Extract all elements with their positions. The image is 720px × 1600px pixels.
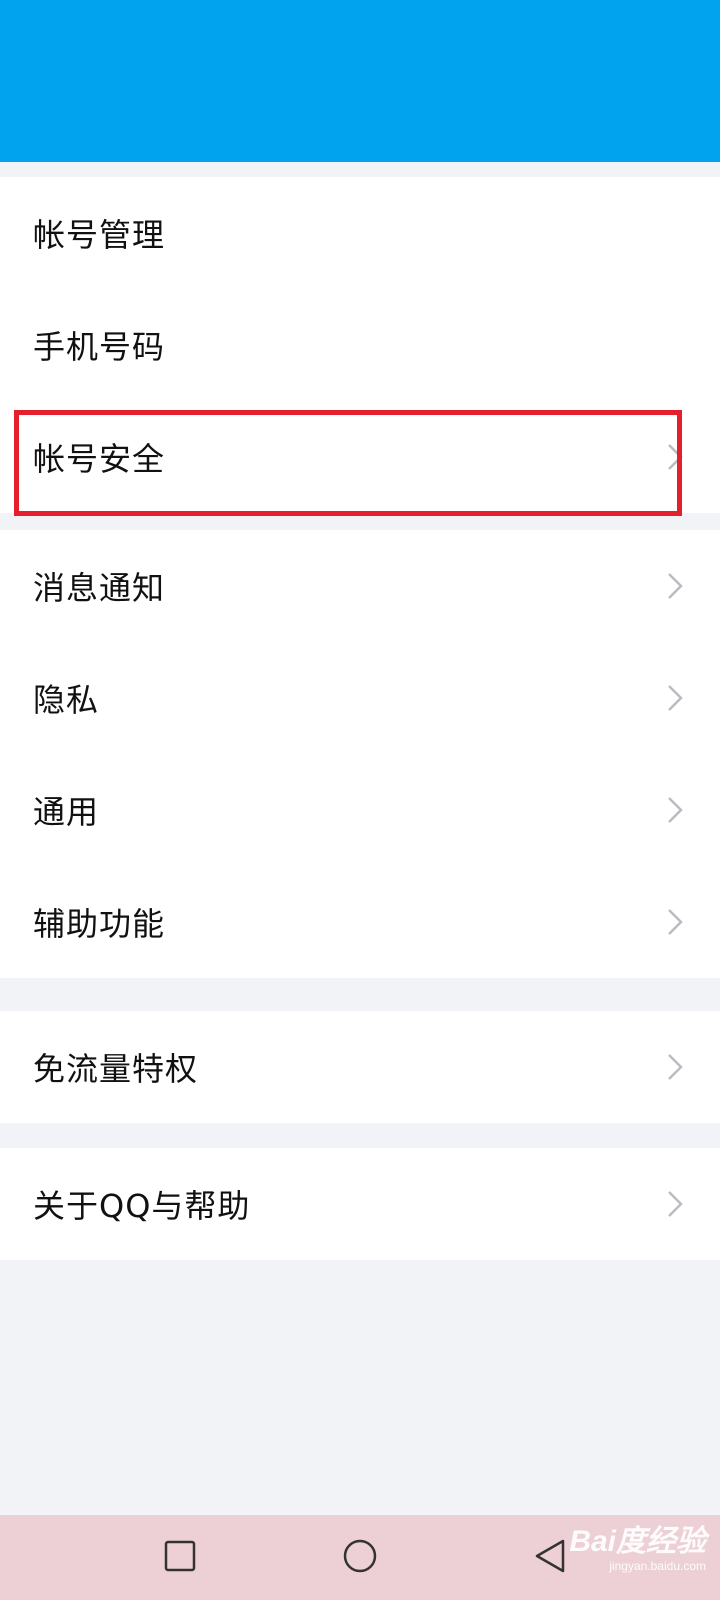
- settings-item-label: 消息通知: [33, 569, 166, 607]
- back-triangle-icon: [533, 1538, 567, 1578]
- settings-group-about: 关于QQ与帮助: [0, 1148, 720, 1260]
- settings-item-label: 免流量特权: [33, 1050, 199, 1088]
- settings-item-label: 通用: [33, 793, 100, 831]
- recent-apps-button[interactable]: [150, 1515, 210, 1600]
- settings-item-label: 辅助功能: [33, 905, 166, 943]
- chevron-right-icon: [666, 683, 684, 713]
- settings-item-label: 帐号管理: [33, 216, 166, 254]
- home-button[interactable]: [330, 1515, 390, 1600]
- watermark-sub: jingyan.baidu.com: [609, 1559, 706, 1573]
- square-icon: [164, 1540, 196, 1576]
- settings-group-data: 免流量特权: [0, 1011, 720, 1123]
- settings-item-general[interactable]: 通用: [0, 754, 720, 866]
- settings-item-account-security[interactable]: 帐号安全: [0, 401, 720, 513]
- settings-group-account: 帐号管理 手机号码 帐号安全: [0, 177, 720, 513]
- settings-item-phone-number[interactable]: 手机号码: [0, 289, 720, 401]
- settings-group-general: 消息通知 隐私 通用 辅助功能: [0, 530, 720, 978]
- chevron-right-icon: [666, 1052, 684, 1082]
- settings-item-accessibility[interactable]: 辅助功能: [0, 866, 720, 978]
- settings-item-account-management[interactable]: 帐号管理: [0, 177, 720, 289]
- settings-item-label: 隐私: [33, 681, 100, 719]
- circle-icon: [342, 1538, 378, 1578]
- settings-item-about-help[interactable]: 关于QQ与帮助: [0, 1148, 720, 1260]
- settings-item-label: 手机号码: [33, 328, 166, 366]
- settings-item-label: 帐号安全: [33, 440, 166, 478]
- settings-item-privacy[interactable]: 隐私: [0, 642, 720, 754]
- settings-item-free-data[interactable]: 免流量特权: [0, 1011, 720, 1123]
- chevron-right-icon: [666, 907, 684, 937]
- chevron-right-icon: [666, 442, 684, 472]
- chevron-right-icon: [666, 1189, 684, 1219]
- watermark-main: Bai度经验: [569, 1525, 706, 1558]
- baidu-jingyan-watermark: Bai度经验 jingyan.baidu.com: [569, 1525, 706, 1573]
- settings-item-notifications[interactable]: 消息通知: [0, 530, 720, 642]
- app-header: [0, 0, 720, 162]
- settings-item-label: 关于QQ与帮助: [33, 1187, 251, 1225]
- chevron-right-icon: [666, 795, 684, 825]
- chevron-right-icon: [666, 571, 684, 601]
